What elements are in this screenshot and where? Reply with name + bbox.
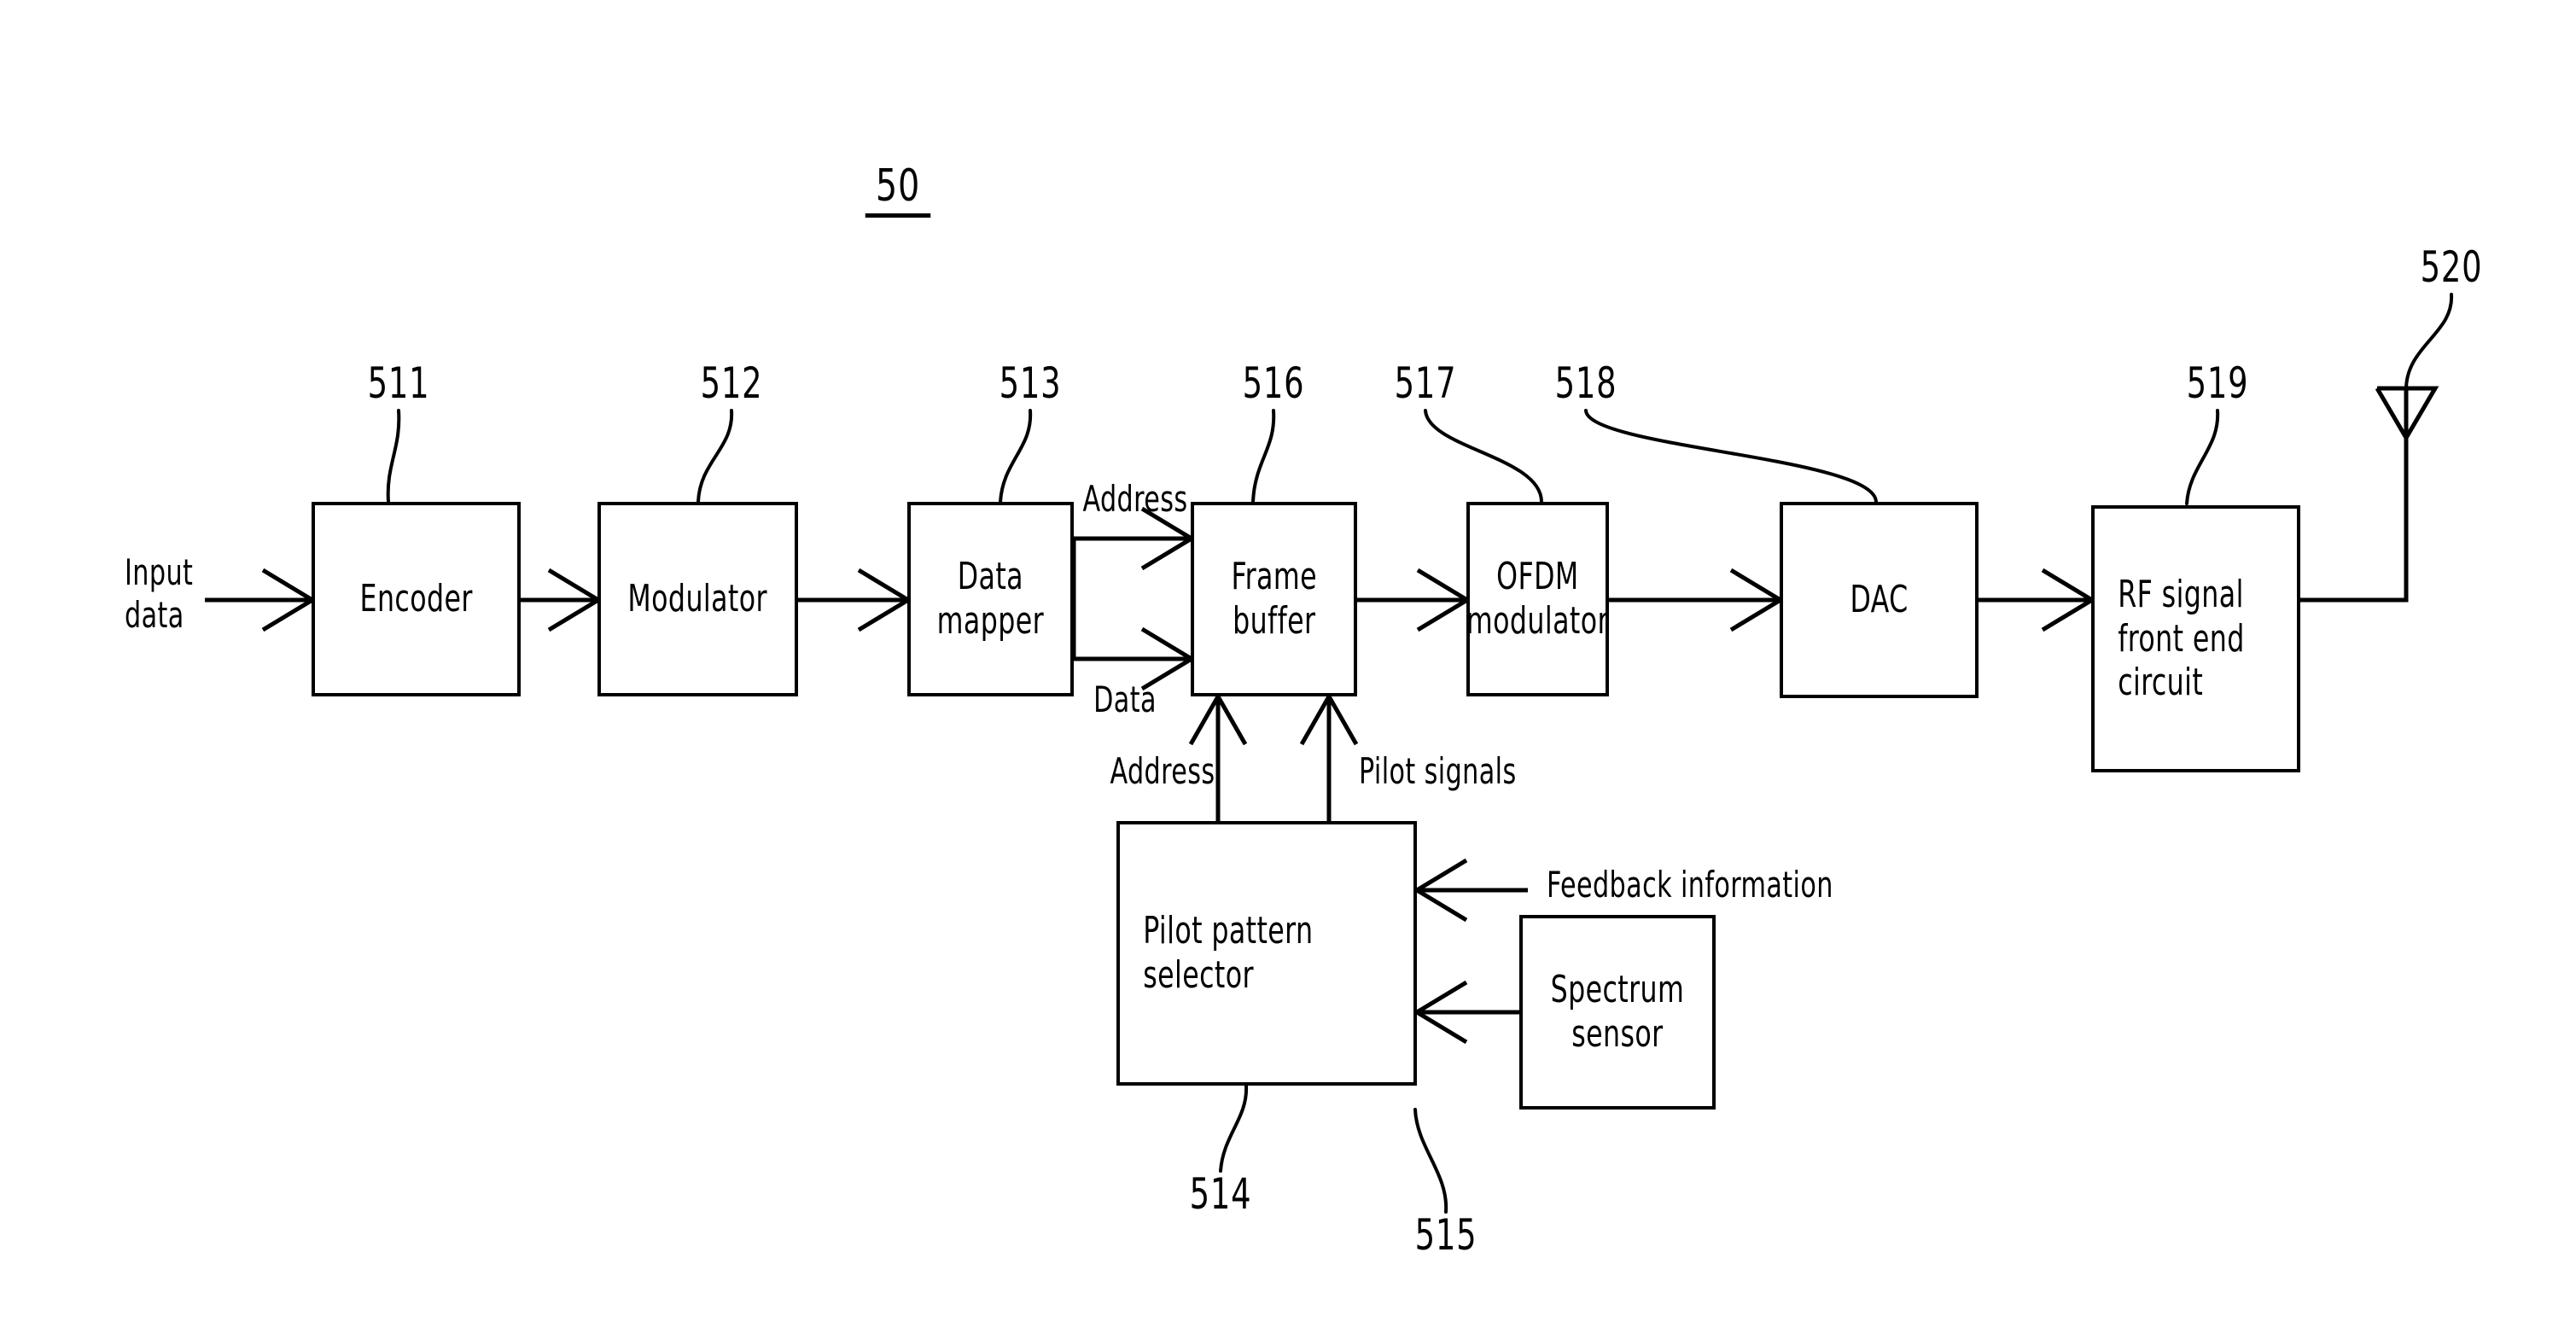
ref-516: 516 [1242, 358, 1305, 408]
antenna-icon [2377, 388, 2437, 440]
block-encoder[interactable]: Encoder [312, 502, 521, 696]
block-encoder-label: Encoder [359, 577, 473, 621]
ref-520: 520 [2420, 242, 2483, 292]
ref-519: 519 [2186, 358, 2249, 408]
block-dac[interactable]: DAC [1780, 502, 1979, 698]
ref-517: 517 [1394, 358, 1457, 408]
block-ofdm-modulator-label: OFDM modulator [1466, 555, 1610, 643]
block-pilot-pattern-selector-label: Pilot pattern selector [1143, 909, 1314, 997]
signal-feedback-information-label: Feedback information [1547, 864, 1833, 906]
ref-514: 514 [1189, 1169, 1252, 1219]
block-rf-front-end[interactable]: RF signal front end circuit [2091, 505, 2300, 772]
block-modulator-label: Modulator [627, 577, 768, 621]
block-pilot-pattern-selector[interactable]: Pilot pattern selector [1116, 821, 1417, 1086]
ref-513: 513 [999, 358, 1062, 408]
block-rf-front-end-label: RF signal front end circuit [2118, 572, 2245, 705]
signal-address-top-label: Address [1082, 478, 1188, 520]
signal-address-up-label: Address [1110, 750, 1215, 792]
figure-number: 50 [865, 164, 931, 218]
ref-518: 518 [1554, 358, 1617, 408]
block-data-mapper-label: Data mapper [936, 555, 1045, 643]
block-dac-label: DAC [1850, 578, 1909, 622]
block-data-mapper[interactable]: Data mapper [907, 502, 1074, 696]
ref-512: 512 [700, 358, 763, 408]
figure-canvas: 50 Encoder Modulator Data mapper Frame b… [0, 0, 2576, 1328]
block-frame-buffer[interactable]: Frame buffer [1191, 502, 1357, 696]
block-ofdm-modulator[interactable]: OFDM modulator [1466, 502, 1609, 696]
block-spectrum-sensor-label: Spectrum sensor [1550, 968, 1685, 1056]
block-spectrum-sensor[interactable]: Spectrum sensor [1519, 915, 1716, 1110]
block-modulator[interactable]: Modulator [597, 502, 798, 696]
ref-515: 515 [1414, 1210, 1477, 1260]
signal-pilot-signals-label: Pilot signals [1359, 750, 1517, 792]
ref-511: 511 [367, 358, 430, 408]
signal-data-label: Data [1093, 679, 1157, 720]
signal-input-data-label: Input data [125, 551, 194, 636]
block-frame-buffer-label: Frame buffer [1231, 555, 1317, 643]
